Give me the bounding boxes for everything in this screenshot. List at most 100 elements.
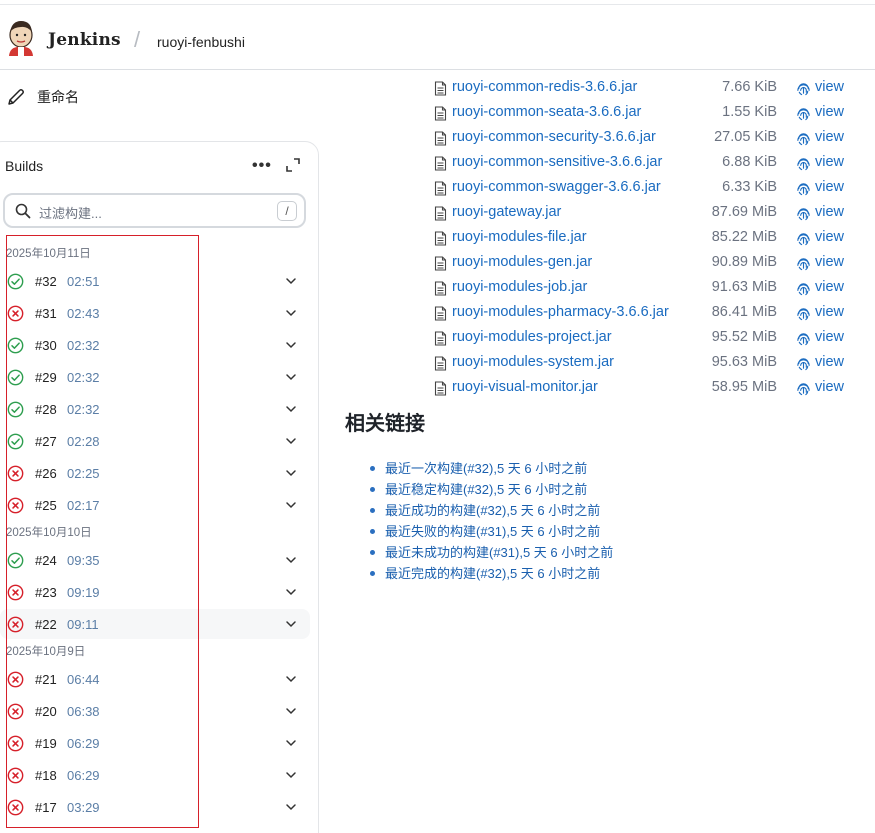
chevron-down-icon[interactable] — [285, 276, 297, 286]
chevron-down-icon[interactable] — [285, 706, 297, 716]
expand-icon[interactable] — [285, 157, 301, 173]
artifact-link[interactable]: ruoyi-common-redis-3.6.6.jar — [452, 79, 637, 95]
chevron-down-icon[interactable] — [285, 372, 297, 382]
fingerprint-icon[interactable] — [796, 231, 811, 246]
bullet-icon — [370, 466, 375, 471]
artifact-link[interactable]: ruoyi-modules-file.jar — [452, 229, 587, 245]
fingerprint-icon[interactable] — [796, 381, 811, 396]
related-link-item[interactable]: 最近完成的构建(#32),5 天 6 小时之前 — [370, 563, 613, 584]
fingerprint-icon[interactable] — [796, 281, 811, 296]
artifact-link[interactable]: ruoyi-visual-monitor.jar — [452, 379, 598, 395]
artifact-link[interactable]: ruoyi-modules-job.jar — [452, 279, 587, 295]
related-link-item[interactable]: 最近稳定构建(#32),5 天 6 小时之前 — [370, 479, 613, 500]
related-link-text[interactable]: 最近失败的构建(#31),5 天 6 小时之前 — [385, 524, 600, 539]
artifact-link[interactable]: ruoyi-modules-system.jar — [452, 354, 614, 370]
chevron-down-icon[interactable] — [285, 674, 297, 684]
related-links-list: 最近一次构建(#32),5 天 6 小时之前 最近稳定构建(#32),5 天 6 … — [370, 458, 613, 584]
related-link-text[interactable]: 最近稳定构建(#32),5 天 6 小时之前 — [385, 482, 587, 497]
chevron-down-icon[interactable] — [285, 436, 297, 446]
jenkins-logo-icon[interactable] — [6, 18, 36, 56]
related-link-text[interactable]: 最近成功的构建(#32),5 天 6 小时之前 — [385, 503, 600, 518]
artifact-view-link[interactable]: view — [815, 79, 844, 95]
artifact-view-link[interactable]: view — [815, 229, 844, 245]
related-link-item[interactable]: 最近一次构建(#32),5 天 6 小时之前 — [370, 458, 613, 479]
artifact-row: ruoyi-modules-pharmacy-3.6.6.jar 86.41 Mi… — [434, 303, 864, 323]
fingerprint-icon[interactable] — [796, 206, 811, 221]
jenkins-brand[interactable]: Jenkins — [48, 30, 121, 50]
artifact-view-link[interactable]: view — [815, 254, 844, 270]
related-link-text[interactable]: 最近未成功的构建(#31),5 天 6 小时之前 — [385, 545, 613, 560]
artifact-size: 58.95 MiB — [711, 379, 777, 395]
chevron-down-icon[interactable] — [285, 587, 297, 597]
artifact-link[interactable]: ruoyi-modules-gen.jar — [452, 254, 592, 270]
rename-link[interactable]: 重命名 — [6, 86, 79, 108]
fingerprint-icon[interactable] — [796, 306, 811, 321]
file-icon — [434, 356, 447, 371]
artifact-row: ruoyi-modules-file.jar 85.22 MiB view — [434, 228, 864, 248]
fingerprint-icon[interactable] — [796, 81, 811, 96]
search-shortcut-key: / — [277, 201, 297, 221]
file-icon — [434, 81, 447, 96]
related-links-title: 相关链接 — [345, 413, 425, 435]
builds-title: Builds — [5, 158, 44, 174]
artifact-view-link[interactable]: view — [815, 304, 844, 320]
artifact-link[interactable]: ruoyi-modules-project.jar — [452, 329, 612, 345]
artifact-view-link[interactable]: view — [815, 129, 844, 145]
artifact-view-link[interactable]: view — [815, 354, 844, 370]
fingerprint-icon[interactable] — [796, 156, 811, 171]
related-link-text[interactable]: 最近一次构建(#32),5 天 6 小时之前 — [385, 461, 587, 476]
fingerprint-icon[interactable] — [796, 106, 811, 121]
artifact-view-link[interactable]: view — [815, 104, 844, 120]
ellipsis-icon[interactable]: ••• — [252, 157, 272, 175]
chevron-down-icon[interactable] — [285, 738, 297, 748]
artifact-link[interactable]: ruoyi-common-sensitive-3.6.6.jar — [452, 154, 662, 170]
chevron-down-icon[interactable] — [285, 555, 297, 565]
related-link-item[interactable]: 最近成功的构建(#32),5 天 6 小时之前 — [370, 500, 613, 521]
related-link-text[interactable]: 最近完成的构建(#32),5 天 6 小时之前 — [385, 566, 600, 581]
artifact-view-link[interactable]: view — [815, 179, 844, 195]
artifact-size: 95.52 MiB — [711, 329, 777, 345]
file-icon — [434, 206, 447, 221]
artifact-link[interactable]: ruoyi-modules-pharmacy-3.6.6.jar — [452, 304, 669, 320]
artifact-size: 85.22 MiB — [711, 229, 777, 245]
artifact-size: 27.05 KiB — [714, 129, 777, 145]
artifact-view-link[interactable]: view — [815, 279, 844, 295]
bullet-icon — [370, 508, 375, 513]
artifact-view-link[interactable]: view — [815, 154, 844, 170]
related-link-item[interactable]: 最近失败的构建(#31),5 天 6 小时之前 — [370, 521, 613, 542]
bullet-icon — [370, 529, 375, 534]
file-icon — [434, 156, 447, 171]
artifact-view-link[interactable]: view — [815, 204, 844, 220]
rename-label: 重命名 — [37, 89, 79, 105]
chevron-down-icon[interactable] — [285, 340, 297, 350]
artifact-row: ruoyi-common-redis-3.6.6.jar 7.66 KiB view — [434, 78, 864, 98]
build-filter-search[interactable]: 过滤构建... / — [3, 193, 306, 228]
chevron-down-icon[interactable] — [285, 308, 297, 318]
artifact-link[interactable]: ruoyi-common-security-3.6.6.jar — [452, 129, 656, 145]
chevron-down-icon[interactable] — [285, 770, 297, 780]
related-link-item[interactable]: 最近未成功的构建(#31),5 天 6 小时之前 — [370, 542, 613, 563]
chevron-down-icon[interactable] — [285, 619, 297, 629]
artifact-link[interactable]: ruoyi-common-seata-3.6.6.jar — [452, 104, 641, 120]
fingerprint-icon[interactable] — [796, 356, 811, 371]
artifact-row: ruoyi-common-swagger-3.6.6.jar 6.33 KiB vi… — [434, 178, 864, 198]
artifact-row: ruoyi-common-security-3.6.6.jar 27.05 KiB… — [434, 128, 864, 148]
artifact-view-link[interactable]: view — [815, 379, 844, 395]
breadcrumb-job[interactable]: ruoyi-fenbushi — [157, 34, 245, 50]
artifact-size: 87.69 MiB — [711, 204, 777, 220]
fingerprint-icon[interactable] — [796, 181, 811, 196]
chevron-down-icon[interactable] — [285, 404, 297, 414]
fingerprint-icon[interactable] — [796, 331, 811, 346]
file-icon — [434, 131, 447, 146]
breadcrumb-separator: / — [134, 27, 141, 52]
artifact-view-link[interactable]: view — [815, 329, 844, 345]
artifact-link[interactable]: ruoyi-gateway.jar — [452, 204, 561, 220]
chevron-down-icon[interactable] — [285, 802, 297, 812]
chevron-down-icon[interactable] — [285, 500, 297, 510]
artifact-link[interactable]: ruoyi-common-swagger-3.6.6.jar — [452, 179, 661, 195]
file-icon — [434, 306, 447, 321]
fingerprint-icon[interactable] — [796, 256, 811, 271]
chevron-down-icon[interactable] — [285, 468, 297, 478]
artifact-size: 7.66 KiB — [722, 79, 777, 95]
fingerprint-icon[interactable] — [796, 131, 811, 146]
